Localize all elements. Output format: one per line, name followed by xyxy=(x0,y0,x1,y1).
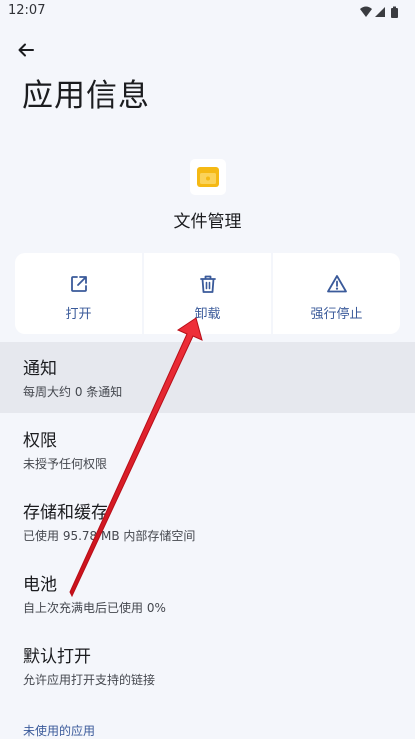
arrow-back-icon xyxy=(18,43,34,57)
settings-item-open-by-default[interactable]: 默认打开 允许应用打开支持的链接 xyxy=(0,634,415,702)
settings-item-subtitle: 已使用 95.78 MB 内部存储空间 xyxy=(23,529,196,543)
settings-item-title: 电池 xyxy=(23,575,57,595)
settings-item-battery[interactable]: 电池 自上次充满电后已使用 0% xyxy=(0,562,415,630)
settings-item-title: 存储和缓存 xyxy=(23,503,108,523)
settings-item-subtitle: 自上次充满电后已使用 0% xyxy=(23,601,166,615)
uninstall-button-label: 卸载 xyxy=(194,307,221,322)
page-title: 应用信息 xyxy=(22,78,150,114)
trash-icon xyxy=(199,275,216,293)
settings-item-notifications[interactable]: 通知 每周大约 0 条通知 xyxy=(0,342,415,413)
settings-item-subtitle: 未授予任何权限 xyxy=(23,457,108,471)
file-manager-app-icon xyxy=(197,167,219,187)
status-time: 12:07 xyxy=(8,3,46,18)
section-header-unused-apps: 未使用的应用 xyxy=(23,724,96,738)
force-stop-button-label: 强行停止 xyxy=(310,307,363,322)
settings-item-title: 通知 xyxy=(23,359,57,379)
settings-item-subtitle: 每周大约 0 条通知 xyxy=(23,385,123,399)
battery-icon xyxy=(391,6,398,18)
app-icon xyxy=(190,159,226,195)
settings-item-storage[interactable]: 存储和缓存 已使用 95.78 MB 内部存储空间 xyxy=(0,490,415,558)
status-icons xyxy=(359,5,403,19)
settings-item-title: 权限 xyxy=(23,431,57,451)
open-button[interactable]: 打开 xyxy=(15,253,142,334)
force-stop-button[interactable]: 强行停止 xyxy=(273,253,400,334)
wifi-icon xyxy=(360,6,372,17)
uninstall-button[interactable]: 卸载 xyxy=(144,253,271,334)
status-bar: 12:07 xyxy=(0,0,415,24)
open-external-icon xyxy=(70,276,87,292)
open-button-label: 打开 xyxy=(65,307,92,322)
settings-item-subtitle: 允许应用打开支持的链接 xyxy=(23,673,156,687)
action-row: 打开 卸载 强行停止 xyxy=(15,253,400,334)
settings-item-title: 默认打开 xyxy=(23,647,91,667)
back-button[interactable] xyxy=(14,38,38,62)
warning-triangle-icon xyxy=(326,275,347,293)
signal-icon xyxy=(375,7,385,17)
settings-item-permissions[interactable]: 权限 未授予任何权限 xyxy=(0,418,415,486)
app-name: 文件管理 xyxy=(173,212,242,232)
